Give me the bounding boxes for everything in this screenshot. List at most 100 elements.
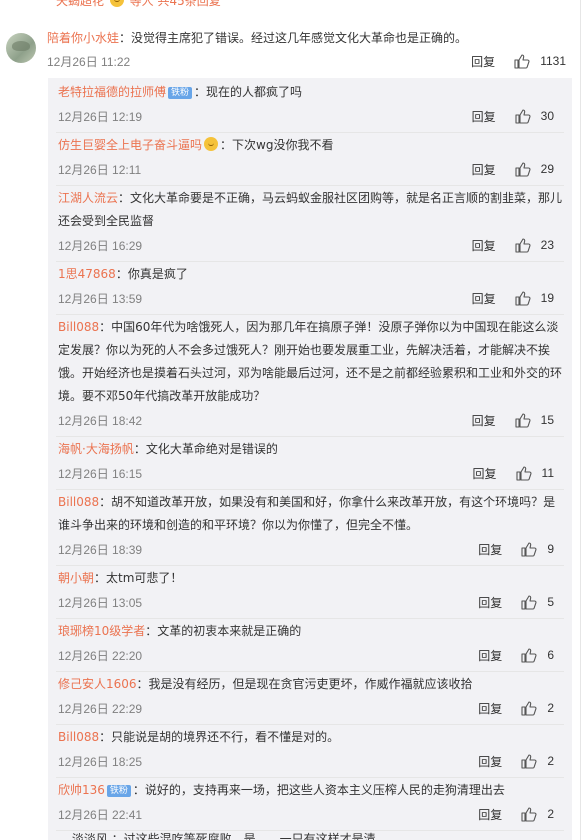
reply-time: 12月26日 22:29 [58, 702, 143, 716]
divider [56, 314, 564, 315]
reply-body: ：现在的人都疯了吗 [194, 85, 303, 99]
reply-username[interactable]: 朝小朝 [58, 571, 94, 585]
thumbs-up-icon [515, 412, 531, 428]
like-button[interactable]: 23 [515, 237, 554, 253]
divider [56, 261, 564, 262]
previous-username[interactable]: 天蝎超花 [56, 0, 104, 8]
reply-body: ：文化大革命绝对是错误的 [133, 442, 278, 456]
divider [56, 671, 564, 672]
reply-actions: 回复 2 [478, 699, 554, 717]
reply-username[interactable]: Bill088 [58, 320, 99, 334]
like-button[interactable]: 1131 [514, 53, 566, 69]
reply-actions: 回复 15 [472, 411, 554, 429]
reply-text: Bill088：只能说是胡的境界还不行，看不懂是对的。 [58, 726, 564, 749]
like-count: 2 [547, 754, 554, 768]
thumbs-up-icon [521, 647, 537, 663]
divider [56, 436, 564, 437]
reply-button[interactable]: 回复 [478, 647, 502, 664]
divider [56, 724, 564, 725]
like-count: 15 [540, 413, 554, 427]
reply-username[interactable]: Bill088 [58, 730, 99, 744]
reply-actions: 回复 2 [478, 805, 554, 823]
reply-username[interactable]: 老特拉福德的拉师傅 [58, 85, 166, 99]
like-count: 19 [540, 291, 554, 305]
like-button[interactable]: 11 [515, 465, 554, 481]
reply-username[interactable]: 琅琊榜10级学者 [58, 624, 145, 638]
like-button[interactable]: 2 [521, 753, 554, 769]
reply-button[interactable]: 回复 [471, 53, 495, 70]
reply-text: 修己安人1606：我是没有经历，但是现在贪官污吏更坏，作威作福就应该收拾 [58, 673, 564, 696]
reply-body: ：胡不知道改革开放，如果没有和美国和好，你拿什么来改革开放，有这个环境吗？是谁斗… [58, 495, 556, 532]
reply-body: ：说好的，支持再来一场，把这些人资本主义压榨人民的走狗清理出去 [132, 783, 505, 797]
reply-time: 12月26日 12:19 [58, 110, 143, 124]
like-button[interactable]: 9 [521, 541, 554, 557]
reply-username[interactable]: 1思47868 [58, 267, 116, 281]
reply-button[interactable]: 回复 [473, 465, 497, 482]
thumbs-up-icon [521, 594, 537, 610]
reply-body: ：只能说是胡的境界还不行，看不懂是对的。 [99, 730, 340, 744]
divider [56, 777, 564, 778]
like-count: 9 [547, 542, 554, 556]
reply-username[interactable]: 海帆·大海扬帆 [58, 442, 134, 456]
reply-text: 琅琊榜10级学者：文革的初衷本来就是正确的 [58, 620, 564, 643]
emoji-icon [204, 137, 219, 151]
like-count: 6 [547, 648, 554, 662]
reply-time: 12月26日 13:59 [58, 292, 143, 306]
reply-text: 仿生巨婴全上电子奋斗逼吗 ：下次wg没你我不看 [58, 134, 564, 157]
like-count: 30 [540, 109, 554, 123]
like-button[interactable]: 29 [515, 161, 554, 177]
avatar[interactable] [6, 33, 36, 63]
reply-actions: 回复 19 [472, 289, 554, 307]
more-replies-link[interactable]: 等人 共45条回复 [130, 0, 221, 8]
reply-time: 12月26日 18:42 [58, 414, 143, 428]
reply-button[interactable]: 回复 [472, 290, 496, 307]
reply-actions: 回复 11 [473, 464, 554, 482]
reply-body: ：你真是疯了 [115, 267, 188, 281]
main-comment-body: ：没觉得主席犯了错误。经过这几年感觉文化大革命也是正确的。 [119, 31, 468, 45]
reply-actions: 回复 29 [472, 160, 554, 178]
reply-button[interactable]: 回复 [478, 594, 502, 611]
reply-button[interactable]: 回复 [478, 541, 502, 558]
reply-text: 朝小朝：太tm可悲了！ [58, 567, 564, 590]
reply-username[interactable]: Bill088 [58, 495, 99, 509]
reply-time: 12月26日 16:15 [58, 467, 143, 481]
reply-username[interactable]: 仿生巨婴全上电子奋斗逼吗 [58, 138, 202, 152]
reply-button[interactable]: 回复 [472, 412, 496, 429]
reply-button[interactable]: 回复 [472, 161, 496, 178]
reply-username[interactable]: 修己安人1606 [58, 677, 137, 691]
reply-button[interactable]: 回复 [472, 237, 496, 254]
reply-body: ：太tm可悲了！ [94, 571, 183, 585]
thumbs-up-icon [515, 161, 531, 177]
reply-username[interactable]: 江湖人流云 [58, 191, 118, 205]
main-comment-actions: 回复 1131 [471, 52, 566, 70]
reply-time: 12月26日 22:20 [58, 649, 143, 663]
main-comment-username[interactable]: 陪着你小水娃 [47, 31, 119, 45]
reply-time: 12月26日 13:05 [58, 596, 143, 610]
reply-text: Bill088：胡不知道改革开放，如果没有和美国和好，你拿什么来改革开放，有这个… [58, 491, 564, 537]
thumbs-up-icon [515, 237, 531, 253]
like-button[interactable]: 15 [515, 412, 554, 428]
reply-button[interactable]: 回复 [478, 753, 502, 770]
divider [56, 185, 564, 186]
emoji-icon [109, 0, 124, 7]
reply-button[interactable]: 回复 [472, 108, 496, 125]
like-button[interactable]: 2 [521, 700, 554, 716]
main-comment-text: 陪着你小水娃：没觉得主席犯了错误。经过这几年感觉文化大革命也是正确的。 [47, 27, 567, 50]
reply-text: 老特拉福德的拉师傅 铁粉 ：现在的人都疯了吗 [58, 81, 564, 104]
reply-username[interactable]: 欣帅136 [58, 783, 105, 797]
reply-button[interactable]: 回复 [478, 700, 502, 717]
reply-body: ：文革的初衷本来就是正确的 [145, 624, 302, 638]
reply-body: ：下次wg没你我不看 [220, 138, 334, 152]
reply-actions: 回复 30 [472, 107, 554, 125]
like-button[interactable]: 5 [521, 594, 554, 610]
like-button[interactable]: 2 [521, 806, 554, 822]
reply-button[interactable]: 回复 [478, 806, 502, 823]
reply-text: 江湖人流云：文化大革命要是不正确，马云蚂蚁金服社区团购等，就是名正言顺的割韭菜，… [58, 187, 564, 233]
like-button[interactable]: 19 [515, 290, 554, 306]
divider [56, 618, 564, 619]
thumbs-up-icon [521, 700, 537, 716]
reply-time: 12月26日 22:41 [58, 808, 143, 822]
thumbs-up-icon [521, 753, 537, 769]
like-button[interactable]: 30 [515, 108, 554, 124]
like-button[interactable]: 6 [521, 647, 554, 663]
